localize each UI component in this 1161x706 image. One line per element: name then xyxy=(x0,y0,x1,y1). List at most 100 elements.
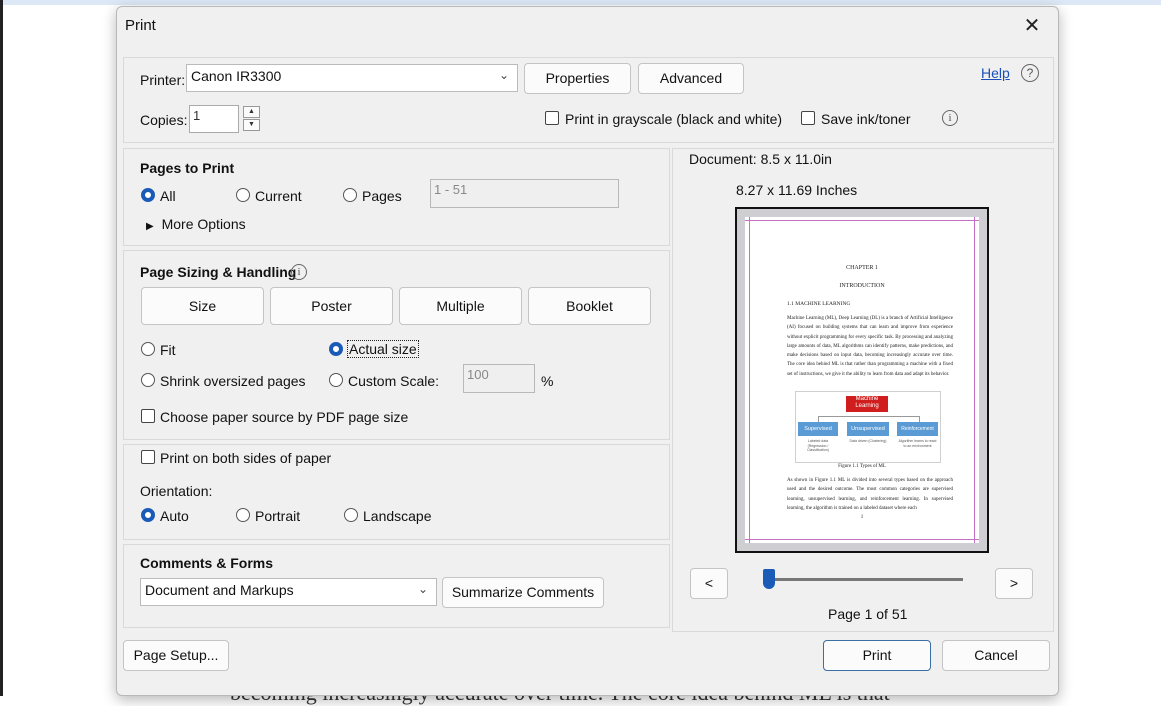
info-icon[interactable]: i xyxy=(942,110,958,126)
copies-label: Copies: xyxy=(140,112,188,128)
margin-line-bottom xyxy=(745,539,979,540)
actual-size-radio[interactable] xyxy=(329,342,343,356)
pages-range-value: 1 - 51 xyxy=(434,182,468,197)
pages-range-radio[interactable] xyxy=(343,188,357,202)
duplex-orientation-panel: Print on both sides of paper Orientation… xyxy=(123,444,670,540)
preview-page: CHAPTER 1 INTRODUCTION 1.1 MACHINE LEARN… xyxy=(745,217,979,543)
dialog-title: Print xyxy=(125,17,156,34)
advanced-button[interactable]: Advanced xyxy=(638,63,744,94)
doc-chapter: CHAPTER 1 xyxy=(846,265,878,271)
paper-source-label: Choose paper source by PDF page size xyxy=(160,409,409,425)
custom-scale-field[interactable]: 100 xyxy=(463,364,535,393)
both-sides-checkbox[interactable] xyxy=(141,450,155,464)
doc-figure-caption: Figure 1.1 Types of ML xyxy=(838,464,886,469)
help-icon[interactable]: ? xyxy=(1021,64,1039,82)
chevron-down-icon: ⌄ xyxy=(498,68,509,82)
paper-source-checkbox[interactable] xyxy=(141,409,155,423)
fit-label: Fit xyxy=(160,342,176,358)
help-link[interactable]: Help xyxy=(981,65,1010,81)
background-window-strip xyxy=(0,0,1161,5)
doc-paragraph-2: As shown in Figure 1.1 ML is divided int… xyxy=(787,478,953,511)
pages-all-radio[interactable] xyxy=(141,188,155,202)
tab-poster[interactable]: Poster xyxy=(270,287,393,325)
doc-paragraph-1: Machine Learning (ML), Deep Learning (DL… xyxy=(787,316,953,377)
pages-current-radio[interactable] xyxy=(236,188,250,202)
diagram-child-supervised: Supervised xyxy=(798,422,838,436)
pages-to-print-panel: Pages to Print All Current Pages 1 - 51 … xyxy=(123,148,670,246)
pages-range-field[interactable]: 1 - 51 xyxy=(430,179,619,208)
both-sides-label: Print on both sides of paper xyxy=(160,450,332,466)
printer-select-value: Canon IR3300 xyxy=(191,68,282,84)
orientation-portrait-radio[interactable] xyxy=(236,508,250,522)
copies-field[interactable]: 1 xyxy=(189,105,239,133)
comments-forms-select[interactable]: Document and Markups ⌄ xyxy=(140,578,437,606)
pages-current-label: Current xyxy=(255,188,302,204)
page-indicator: Page 1 of 51 xyxy=(828,606,908,622)
page-sizing-heading: Page Sizing & Handling xyxy=(140,264,297,280)
summarize-comments-button[interactable]: Summarize Comments xyxy=(442,577,604,608)
percent-label: % xyxy=(541,373,554,389)
ml-diagram: Machine Learning Supervised Unsupervised… xyxy=(795,391,941,463)
diagram-note-3: Algorithm learns to react to an environm… xyxy=(898,439,937,448)
diagram-note-2: Data driven (Clustering) xyxy=(849,439,887,443)
pages-range-label: Pages xyxy=(362,188,402,204)
page-preview: CHAPTER 1 INTRODUCTION 1.1 MACHINE LEARN… xyxy=(735,207,989,553)
fit-radio[interactable] xyxy=(141,342,155,356)
background-window-edge xyxy=(0,0,3,696)
doc-section: 1.1 MACHINE LEARNING xyxy=(787,301,851,307)
custom-scale-label: Custom Scale: xyxy=(348,373,440,389)
more-options-label: More Options xyxy=(161,216,246,232)
shrink-oversized-label: Shrink oversized pages xyxy=(160,373,306,389)
page-slider-thumb[interactable] xyxy=(763,569,775,589)
printer-select[interactable]: Canon IR3300 ⌄ xyxy=(186,64,518,92)
diagram-root-box: Machine Learning xyxy=(846,396,888,412)
page-setup-button[interactable]: Page Setup... xyxy=(123,640,229,671)
triangle-right-icon: ▶ xyxy=(146,221,154,232)
diagram-child-unsupervised: Unsupervised xyxy=(847,422,889,436)
tab-booklet[interactable]: Booklet xyxy=(528,287,651,325)
printer-panel: Printer: Canon IR3300 ⌄ Properties Advan… xyxy=(123,57,1054,143)
pages-to-print-heading: Pages to Print xyxy=(140,160,235,176)
custom-scale-radio[interactable] xyxy=(329,373,343,387)
diagram-note-1: Labeled data (Regression / Classificatio… xyxy=(807,439,829,452)
doc-page-number: 1 xyxy=(860,515,864,520)
orientation-landscape-label: Landscape xyxy=(363,508,432,524)
orientation-landscape-radio[interactable] xyxy=(344,508,358,522)
comments-forms-value: Document and Markups xyxy=(145,582,294,598)
tab-size[interactable]: Size xyxy=(141,287,264,325)
custom-scale-value: 100 xyxy=(467,367,489,382)
document-size-label: Document: 8.5 x 11.0in xyxy=(689,151,832,167)
more-options-toggle[interactable]: ▶ More Options xyxy=(146,216,246,232)
printer-label: Printer: xyxy=(140,72,186,88)
close-icon[interactable]: ✕ xyxy=(1017,13,1047,39)
paper-size-label: 8.27 x 11.69 Inches xyxy=(736,182,858,198)
tab-multiple[interactable]: Multiple xyxy=(399,287,522,325)
page-sizing-panel: Page Sizing & Handling i Size Poster Mul… xyxy=(123,250,670,440)
shrink-oversized-radio[interactable] xyxy=(141,373,155,387)
diagram-child-reinforcement: Reinforcement xyxy=(897,422,938,436)
print-dialog: Print ✕ Printer: Canon IR3300 ⌄ Properti… xyxy=(116,6,1059,696)
print-button[interactable]: Print xyxy=(823,640,931,671)
orientation-auto-label: Auto xyxy=(160,508,189,524)
actual-size-label: Actual size xyxy=(347,340,419,358)
pages-all-label: All xyxy=(160,188,176,204)
copies-decrement-button[interactable]: ▼ xyxy=(243,119,260,131)
margin-line-top xyxy=(745,220,979,221)
properties-button[interactable]: Properties xyxy=(524,63,631,94)
grayscale-label: Print in grayscale (black and white) xyxy=(565,111,783,127)
comments-forms-heading: Comments & Forms xyxy=(140,555,274,571)
orientation-label: Orientation: xyxy=(140,483,213,499)
copies-field-value: 1 xyxy=(193,108,201,123)
cancel-button[interactable]: Cancel xyxy=(942,640,1050,671)
previous-page-button[interactable]: < xyxy=(690,568,728,599)
copies-increment-button[interactable]: ▲ xyxy=(243,106,260,118)
page-slider-track[interactable] xyxy=(775,578,963,581)
save-ink-checkbox[interactable] xyxy=(801,111,815,125)
comments-forms-panel: Comments & Forms Document and Markups ⌄ … xyxy=(123,544,670,628)
grayscale-checkbox[interactable] xyxy=(545,111,559,125)
orientation-auto-radio[interactable] xyxy=(141,508,155,522)
doc-heading: INTRODUCTION xyxy=(839,283,885,289)
next-page-button[interactable]: > xyxy=(995,568,1033,599)
chevron-down-icon: ⌄ xyxy=(417,582,428,596)
info-icon[interactable]: i xyxy=(291,264,307,280)
